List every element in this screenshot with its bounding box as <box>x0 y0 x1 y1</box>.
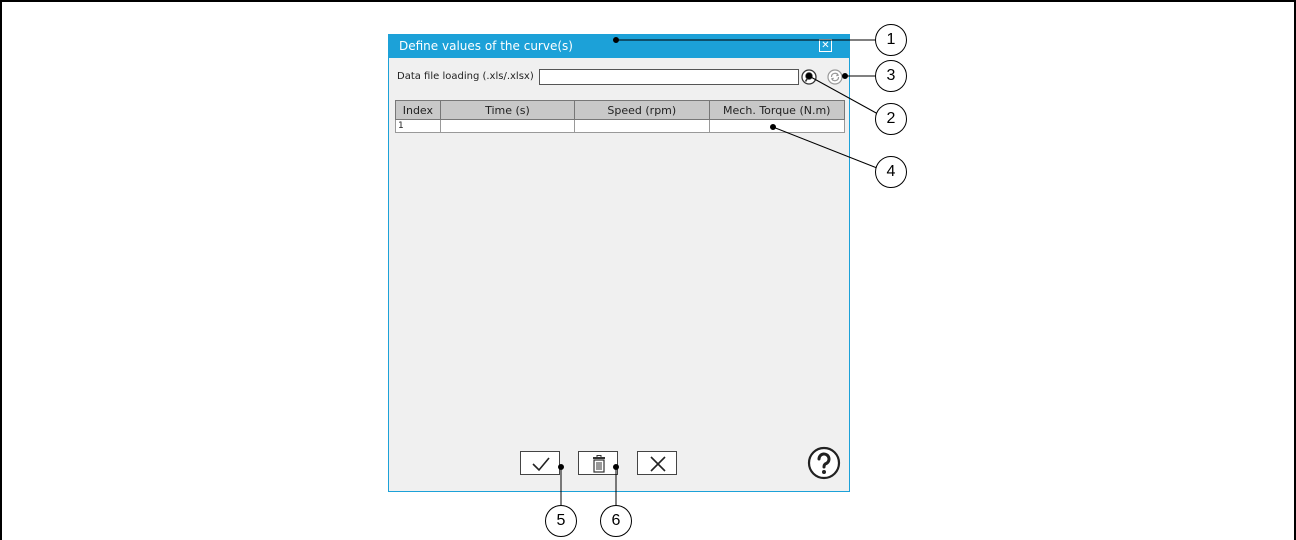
callout-5: 5 <box>545 505 577 537</box>
leader-dot-5 <box>558 464 564 470</box>
callout-6: 6 <box>600 505 632 537</box>
leader-dot-2 <box>806 73 812 79</box>
callout-3: 2 <box>875 103 907 135</box>
leader-dot-4 <box>770 124 776 130</box>
leader-dot-3 <box>842 73 848 79</box>
callout-2: 3 <box>875 60 907 92</box>
callout-leader-lines <box>558 37 879 506</box>
leader-dot-1 <box>613 37 619 43</box>
callout-1: 1 <box>875 24 907 56</box>
leader-line-4 <box>772 126 878 169</box>
leader-line-2 <box>808 75 879 115</box>
leader-dot-6 <box>613 464 619 470</box>
callout-4: 4 <box>875 156 907 188</box>
